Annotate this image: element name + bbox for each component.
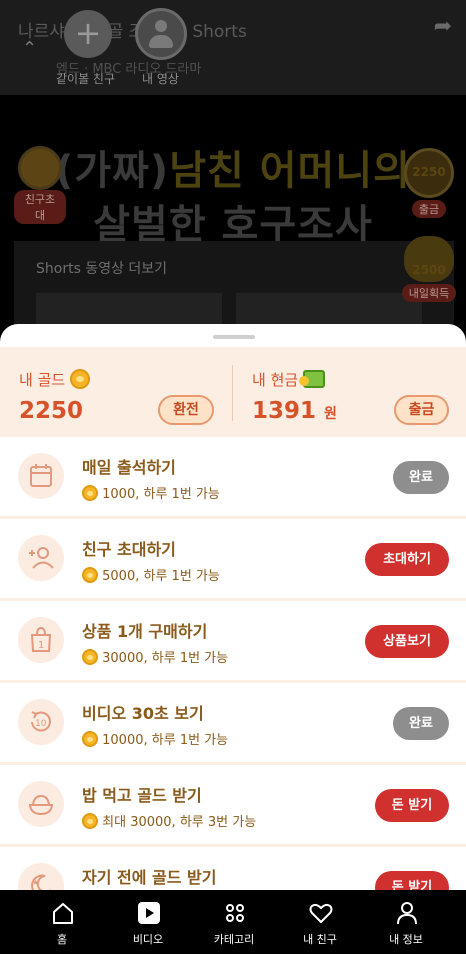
task-watch-video: 10 비디오 30초 보기 10000, 하루 1번 가능 완료 [0,683,466,765]
video-icon [138,902,160,924]
nav-home[interactable]: 홈 [19,890,105,954]
task-reward: 30000, 하루 1번 가능 [82,647,228,666]
home-icon [53,903,73,924]
cash-unit: 원 [324,406,337,422]
task-title: 자기 전에 골드 받기 [82,868,217,887]
task-title: 친구 초대하기 [82,540,176,559]
heart-icon [309,903,333,923]
rice-bowl-icon [18,781,64,827]
my-video-avatar[interactable] [135,8,187,60]
gold-badge-value: 2250 [412,165,446,179]
task-reward: 10000, 하루 1번 가능 [82,729,228,748]
meal-gold-button[interactable]: 돈 받기 [375,789,449,822]
invite-friend-badge[interactable]: 친구초대 [14,146,66,224]
task-bedtime-gold: ★ 자기 전에 골드 받기 돈 받기 [0,847,466,890]
task-invite-friend: 친구 초대하기 5000, 하루 1번 가능 초대하기 [0,519,466,601]
view-products-button[interactable]: 상품보기 [365,625,449,658]
add-friend-label: 같이볼 친구 [56,72,116,86]
task-reward-text: 1000, 하루 1번 가능 [102,487,220,502]
replay-10-icon: 10 [18,699,64,745]
task-title: 매일 출석하기 [82,458,176,477]
video-header: 나르샤 임... 골 조 구 ... Shorts ⌃ 엠드 · MBC 라디오… [0,0,466,95]
task-reward-text: 5000, 하루 1번 가능 [102,569,220,584]
shorts-more-label[interactable]: Shorts 동영상 더보기 [36,258,167,278]
shopping-bag-icon: 1 [18,617,64,663]
headline-part-a: (가짜) [55,148,170,194]
cash-amount: 1391 [252,398,317,424]
nav-video[interactable]: 비디오 [105,890,191,954]
moon-icon: ★ [18,863,64,890]
bottom-navigation: 홈 비디오 카테고리 내 친구 내 정보 [0,890,466,954]
nav-label: 비디오 [132,933,164,946]
task-reward-text: 10000, 하루 1번 가능 [102,733,229,748]
task-reward: 5000, 하루 1번 가능 [82,565,220,584]
task-reward: 1000, 하루 1번 가능 [82,483,220,502]
gold-coin-icon [82,649,98,665]
exchange-button[interactable]: 환전 [158,395,214,425]
category-icon [226,904,244,922]
nav-label: 카테고리 [213,933,255,946]
task-title: 상품 1개 구매하기 [82,622,208,641]
attendance-done-button[interactable]: 완료 [393,461,449,494]
sheet-drag-handle[interactable] [213,335,255,339]
nav-my-info[interactable]: 내 정보 [363,890,449,954]
bedtime-gold-button[interactable]: 돈 받기 [375,871,449,890]
gold-coin-icon [82,813,98,829]
video-done-button[interactable]: 완료 [393,707,449,740]
add-friend-button[interactable]: + [64,10,112,58]
invite-friend-button[interactable]: 초대하기 [365,543,449,576]
nav-friends[interactable]: 내 친구 [277,890,363,954]
person-icon [397,902,417,925]
add-user-icon [18,535,64,581]
task-title: 밥 먹고 골드 받기 [82,786,202,805]
withdraw-button[interactable]: 출금 [394,395,449,425]
wallet-summary: 내 골드 2250 환전 내 현금 1391 원 출금 [0,347,466,437]
gold-coin-icon [82,485,98,501]
headline-part-b: 남친 어머니의 [169,148,411,194]
chevron-up-icon[interactable]: ⌃ [22,38,37,59]
gold-coin-icon [82,731,98,747]
tomorrow-badge-label: 내일획득 [401,284,457,302]
tomorrow-reward-badge[interactable]: 2500 내일획득 [400,236,458,302]
task-daily-attendance: 매일 출석하기 1000, 하루 1번 가능 완료 [0,437,466,519]
nav-category[interactable]: 카테고리 [191,890,277,954]
nav-label: 홈 [56,933,68,946]
tomorrow-badge-value: 2500 [412,263,446,277]
withdraw-badge-label: 출금 [411,200,447,218]
gold-withdraw-badge[interactable]: 2250 출금 [402,148,456,218]
share-icon[interactable]: ➦ [434,14,452,39]
gold-coin-icon [69,369,90,389]
my-video-label: 내 영상 [142,72,179,86]
heart-coin-icon [18,146,62,190]
svg-text:10: 10 [35,719,47,729]
calendar-icon [18,453,64,499]
task-reward-text: 최대 30000, 하루 3번 가능 [102,815,257,830]
cash-label: 내 현금 [252,369,325,390]
invite-friend-badge-label: 친구초대 [14,190,66,224]
rewards-sheet: 내 골드 2250 환전 내 현금 1391 원 출금 매일 출석하기 1000… [0,324,466,890]
task-meal-gold: 밥 먹고 골드 받기 최대 30000, 하루 3번 가능 돈 받기 [0,765,466,847]
gold-coin-icon [82,567,98,583]
cash-column: 내 현금 1391 원 출금 [233,347,466,437]
nav-label: 내 친구 [303,933,337,946]
gold-label: 내 골드 [19,369,90,390]
svg-text:1: 1 [38,640,44,651]
gold-value: 2250 [19,398,84,424]
svg-text:★: ★ [32,878,39,887]
task-buy-product: 1 상품 1개 구매하기 30000, 하루 1번 가능 상품보기 [0,601,466,683]
cash-value: 1391 원 [252,398,337,424]
gold-label-text: 내 골드 [19,371,66,389]
cash-label-text: 내 현금 [252,371,299,389]
nav-label: 내 정보 [389,933,423,946]
task-title: 비디오 30초 보기 [82,704,204,723]
cash-icon [298,370,325,388]
video-title: 나르샤 임... 골 조 구 ... Shorts [18,22,247,42]
task-reward-text: 30000, 하루 1번 가능 [102,651,229,666]
gold-column: 내 골드 2250 환전 [0,347,232,437]
task-reward: 최대 30000, 하루 3번 가능 [82,811,256,830]
video-headline-line1: (가짜)남친 어머니의 [0,138,466,196]
